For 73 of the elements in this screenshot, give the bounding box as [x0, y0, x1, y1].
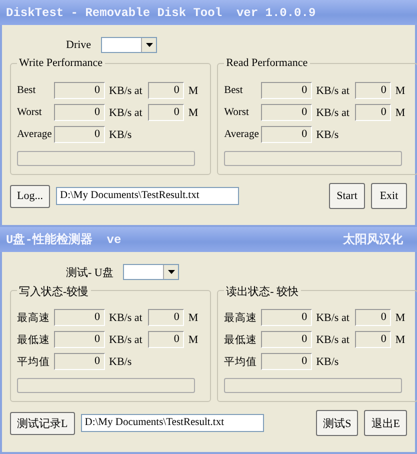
- credit-text: 太阳风汉化: [343, 231, 403, 248]
- group-title: Write Performance: [17, 57, 105, 69]
- unit-label: KB/s at: [316, 334, 350, 346]
- log-path-field[interactable]: D:\My Documents\TestResult.txt: [80, 414, 264, 432]
- row-label: 最低速: [17, 333, 51, 346]
- window-title: U盘-性能检测器 ve: [6, 232, 122, 248]
- value-field: 0: [261, 104, 312, 121]
- size-field: 0: [148, 309, 184, 326]
- unit-label: KB/s at: [109, 84, 142, 96]
- row-label: 平均值: [17, 356, 51, 368]
- drive-dropdown[interactable]: [123, 264, 180, 280]
- row-label: 最高速: [17, 311, 51, 324]
- unit-label: M: [395, 312, 406, 324]
- dropdown-arrow-icon: [146, 43, 153, 47]
- start-button[interactable]: Start: [329, 183, 365, 209]
- size-field: 0: [148, 82, 184, 99]
- unit-label: M: [188, 312, 198, 324]
- value-field: 0: [261, 353, 312, 370]
- window-title: DiskTest - Removable Disk Tool ver 1.0.0.9: [6, 6, 316, 20]
- unit-label: KB/s at: [109, 106, 142, 118]
- unit-label: M: [188, 334, 198, 346]
- value-field: 0: [54, 126, 105, 143]
- unit-label: KB/s: [316, 356, 339, 368]
- row-label: 最低速: [224, 333, 258, 346]
- log-button[interactable]: 测试记录L: [10, 412, 75, 434]
- row-label: Worst: [224, 107, 250, 118]
- exit-button[interactable]: Exit: [371, 183, 407, 209]
- group-title: 写入状态-较慢: [17, 284, 91, 299]
- value-field: 0: [261, 126, 312, 143]
- value-field: 0: [54, 309, 105, 326]
- unit-label: M: [395, 106, 406, 118]
- dropdown-arrow-icon: [168, 270, 175, 274]
- row-label: Average: [224, 129, 260, 140]
- row-label: Worst: [17, 107, 43, 118]
- row-label: 平均值: [224, 356, 258, 368]
- size-field: 0: [355, 331, 392, 348]
- start-button[interactable]: 测试S: [316, 410, 358, 436]
- unit-label: M: [188, 84, 198, 96]
- row-label: Average: [17, 129, 53, 140]
- size-field: 0: [355, 309, 392, 326]
- size-field: 0: [355, 82, 392, 99]
- log-button[interactable]: Log...: [10, 184, 50, 208]
- group-title: Read Performance: [224, 57, 310, 69]
- value-field: 0: [54, 353, 105, 370]
- group-title: 读出状态- 较快: [224, 284, 301, 299]
- row-label: Best: [17, 85, 37, 96]
- value-field: 0: [54, 104, 105, 121]
- unit-label: KB/s: [109, 128, 132, 140]
- unit-label: KB/s at: [316, 312, 350, 324]
- drive-dropdown[interactable]: [101, 37, 158, 53]
- drive-label: 测试- U盘: [66, 266, 114, 280]
- size-field: 0: [355, 104, 392, 121]
- unit-label: KB/s: [316, 128, 339, 140]
- value-field: 0: [54, 82, 105, 99]
- unit-label: KB/s at: [109, 312, 142, 324]
- unit-label: KB/s: [109, 356, 132, 368]
- unit-label: KB/s at: [316, 84, 350, 96]
- size-field: 0: [148, 104, 184, 121]
- value-field: 0: [261, 82, 312, 99]
- value-field: 0: [261, 331, 312, 348]
- drive-label: Drive: [66, 39, 92, 51]
- log-path-field[interactable]: D:\My Documents\TestResult.txt: [56, 187, 239, 205]
- row-label: 最高速: [224, 311, 258, 324]
- size-field: 0: [148, 331, 184, 348]
- value-field: 0: [54, 331, 105, 348]
- exit-button[interactable]: 退出E: [364, 410, 407, 436]
- unit-label: KB/s at: [316, 106, 350, 118]
- unit-label: M: [395, 334, 406, 346]
- unit-label: KB/s at: [109, 334, 142, 346]
- row-label: Best: [224, 85, 244, 96]
- unit-label: M: [188, 106, 198, 118]
- value-field: 0: [261, 309, 312, 326]
- unit-label: M: [395, 84, 406, 96]
